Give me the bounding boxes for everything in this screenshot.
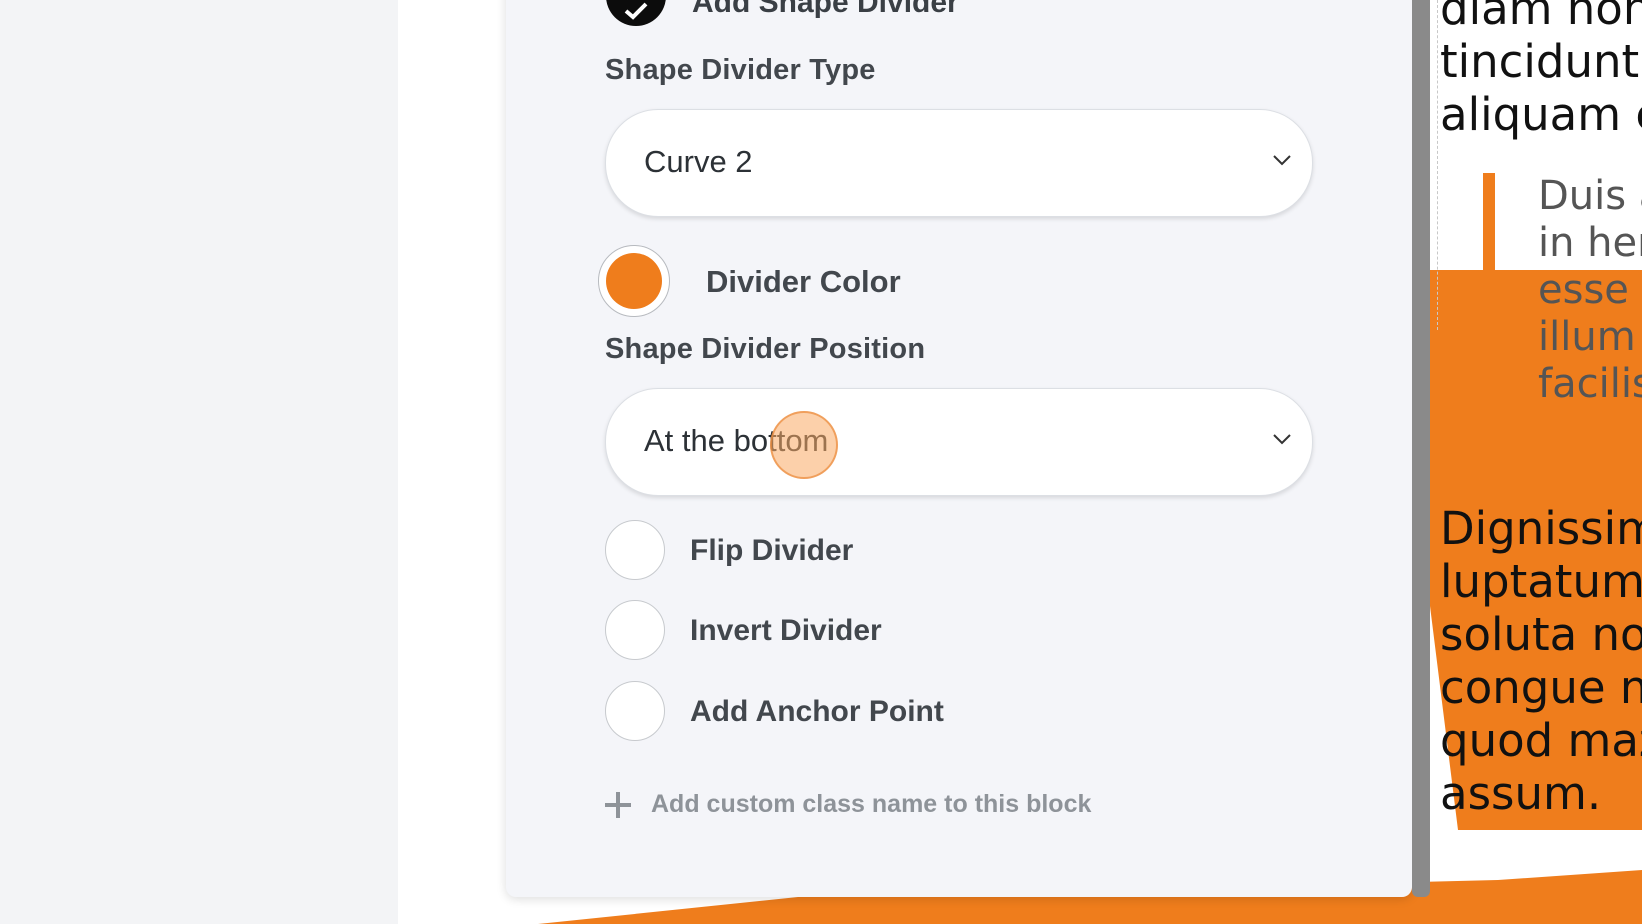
text-line: facilis	[1538, 361, 1642, 407]
editor-gutter	[0, 0, 398, 924]
plus-icon	[605, 791, 631, 818]
text-line: Dignissim	[1440, 502, 1642, 555]
shape-divider-position-label: Shape Divider Position	[605, 333, 926, 365]
text-line: diam non	[1440, 0, 1642, 35]
preview-paragraph-bottom: Dignissim luptatum l soluta nob congue n…	[1440, 502, 1642, 820]
preview-blockquote: Duis a in hen esse m illum d facilis	[1538, 173, 1642, 408]
divider-color-swatch	[606, 253, 662, 309]
add-anchor-point-checkbox[interactable]	[605, 681, 665, 741]
shape-divider-type-label: Shape Divider Type	[605, 54, 876, 86]
add-anchor-point-label: Add Anchor Point	[690, 695, 944, 728]
blockquote-bar	[1483, 173, 1495, 411]
text-line: quod maz	[1440, 714, 1642, 767]
shape-divider-type-value: Curve 2	[644, 144, 753, 179]
invert-divider-label: Invert Divider	[690, 614, 882, 647]
flip-divider-checkbox[interactable]	[605, 520, 665, 580]
panel-scrollbar[interactable]	[1412, 0, 1430, 897]
divider-color-picker[interactable]	[598, 245, 670, 317]
block-outline-guide	[1437, 0, 1438, 330]
preview-paragraph-top: diam non tincidunt u aliquam e	[1440, 0, 1642, 141]
text-line: aliquam e	[1440, 88, 1642, 141]
text-line: luptatum l	[1440, 555, 1642, 608]
text-line: congue ni	[1440, 661, 1642, 714]
shape-divider-type-select[interactable]: Curve 2	[605, 109, 1313, 217]
text-line: esse m	[1538, 267, 1642, 313]
text-line: tincidunt u	[1440, 35, 1642, 88]
invert-divider-checkbox[interactable]	[605, 600, 665, 660]
flip-divider-label: Flip Divider	[690, 534, 854, 567]
text-line: in hen	[1538, 220, 1642, 266]
add-custom-class-label: Add custom class name to this block	[651, 790, 1092, 818]
text-line: assum.	[1440, 767, 1602, 820]
chevron-down-icon	[1273, 155, 1291, 166]
check-icon	[624, 2, 648, 20]
text-line: soluta nob	[1440, 608, 1642, 661]
chevron-down-icon	[1273, 434, 1291, 445]
text-line: illum d	[1538, 314, 1642, 360]
text-line: Duis a	[1538, 173, 1642, 219]
shape-divider-position-select[interactable]: At the bottom	[605, 388, 1313, 496]
click-indicator	[770, 411, 838, 479]
add-shape-divider-label: Add Shape Divider	[692, 0, 959, 19]
divider-color-label: Divider Color	[706, 264, 901, 299]
add-custom-class-button[interactable]: Add custom class name to this block	[605, 790, 1091, 819]
